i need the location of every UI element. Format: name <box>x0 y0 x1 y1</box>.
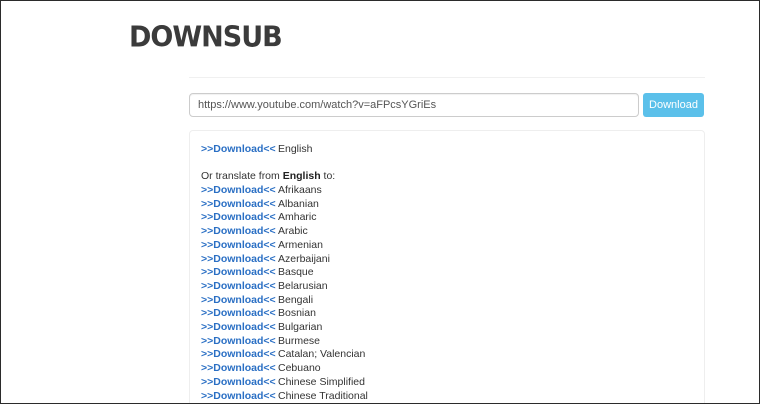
download-link-english[interactable]: >>Download<< <box>201 143 278 157</box>
download-link[interactable]: >>Download<< <box>201 307 278 321</box>
download-link[interactable]: >>Download<< <box>201 376 278 390</box>
language-label: Belarusian <box>278 279 328 292</box>
language-label: Catalan; Valencian <box>278 348 366 361</box>
language-row: >>Download<< Catalan; Valencian <box>201 348 365 362</box>
language-label: Bengali <box>278 293 314 306</box>
language-label: Amharic <box>278 211 317 224</box>
language-row: >>Download<< Belarusian <box>201 280 328 294</box>
language-row: >>Download<< Bosnian <box>201 307 316 321</box>
header-divider <box>189 77 705 78</box>
original-language-row: >>Download<< English <box>201 143 312 157</box>
language-row: >>Download<< Cebuano <box>201 362 321 376</box>
language-row: >>Download<< Afrikaans <box>201 184 322 198</box>
language-row: >>Download<< Albanian <box>201 198 319 212</box>
language-row: >>Download<< Armenian <box>201 239 323 253</box>
download-link[interactable]: >>Download<< <box>201 239 278 253</box>
language-label: Afrikaans <box>278 184 322 196</box>
translate-suffix: to: <box>320 170 336 182</box>
language-row: >>Download<< Bulgarian <box>201 321 322 335</box>
results-panel: >>Download<< English Or translate from E… <box>189 130 705 404</box>
language-label: Chinese Traditional <box>278 389 368 402</box>
url-input[interactable] <box>189 93 639 117</box>
language-row: >>Download<< Basque <box>201 266 314 280</box>
page-frame: DOWNSUB Download >>Download<< English Or… <box>0 0 760 404</box>
download-link[interactable]: >>Download<< <box>201 211 278 225</box>
language-label: Basque <box>278 266 314 279</box>
language-label-english: English <box>278 143 313 155</box>
download-link[interactable]: >>Download<< <box>201 335 278 349</box>
language-row: >>Download<< Azerbaijani <box>201 253 330 267</box>
language-label: Armenian <box>278 238 323 251</box>
download-button[interactable]: Download <box>643 93 704 117</box>
translate-heading: Or translate from English to: <box>201 170 335 182</box>
downsub-logo[interactable]: DOWNSUB <box>129 19 283 55</box>
download-link[interactable]: >>Download<< <box>201 253 278 267</box>
translate-prefix: Or translate from <box>201 170 283 182</box>
language-label: Albanian <box>278 197 319 210</box>
download-link[interactable]: >>Download<< <box>201 348 278 362</box>
logo-text: DOWNSUB <box>129 20 283 54</box>
download-link[interactable]: >>Download<< <box>201 198 278 212</box>
language-label: Burmese <box>278 334 321 347</box>
language-row: >>Download<< Amharic <box>201 211 317 225</box>
language-row: >>Download<< Chinese Traditional <box>201 390 368 404</box>
language-label: Cebuano <box>278 362 321 375</box>
language-row: >>Download<< Bengali <box>201 294 313 308</box>
language-row: >>Download<< Burmese <box>201 335 320 349</box>
language-row: >>Download<< Chinese Simplified <box>201 376 365 390</box>
download-link[interactable]: >>Download<< <box>201 294 278 308</box>
download-link[interactable]: >>Download<< <box>201 280 278 294</box>
language-label: Azerbaijani <box>278 252 330 265</box>
language-label: Bulgarian <box>278 321 323 333</box>
download-link[interactable]: >>Download<< <box>201 266 278 280</box>
download-link[interactable]: >>Download<< <box>201 184 278 198</box>
translate-source-language: English <box>282 170 321 182</box>
language-row: >>Download<< Arabic <box>201 225 308 239</box>
download-link[interactable]: >>Download<< <box>201 225 278 239</box>
download-link[interactable]: >>Download<< <box>201 321 278 335</box>
language-label: Bosnian <box>278 307 316 320</box>
download-link[interactable]: >>Download<< <box>201 362 278 376</box>
language-label: Chinese Simplified <box>278 375 365 388</box>
download-link[interactable]: >>Download<< <box>201 390 278 404</box>
language-label: Arabic <box>278 225 308 238</box>
